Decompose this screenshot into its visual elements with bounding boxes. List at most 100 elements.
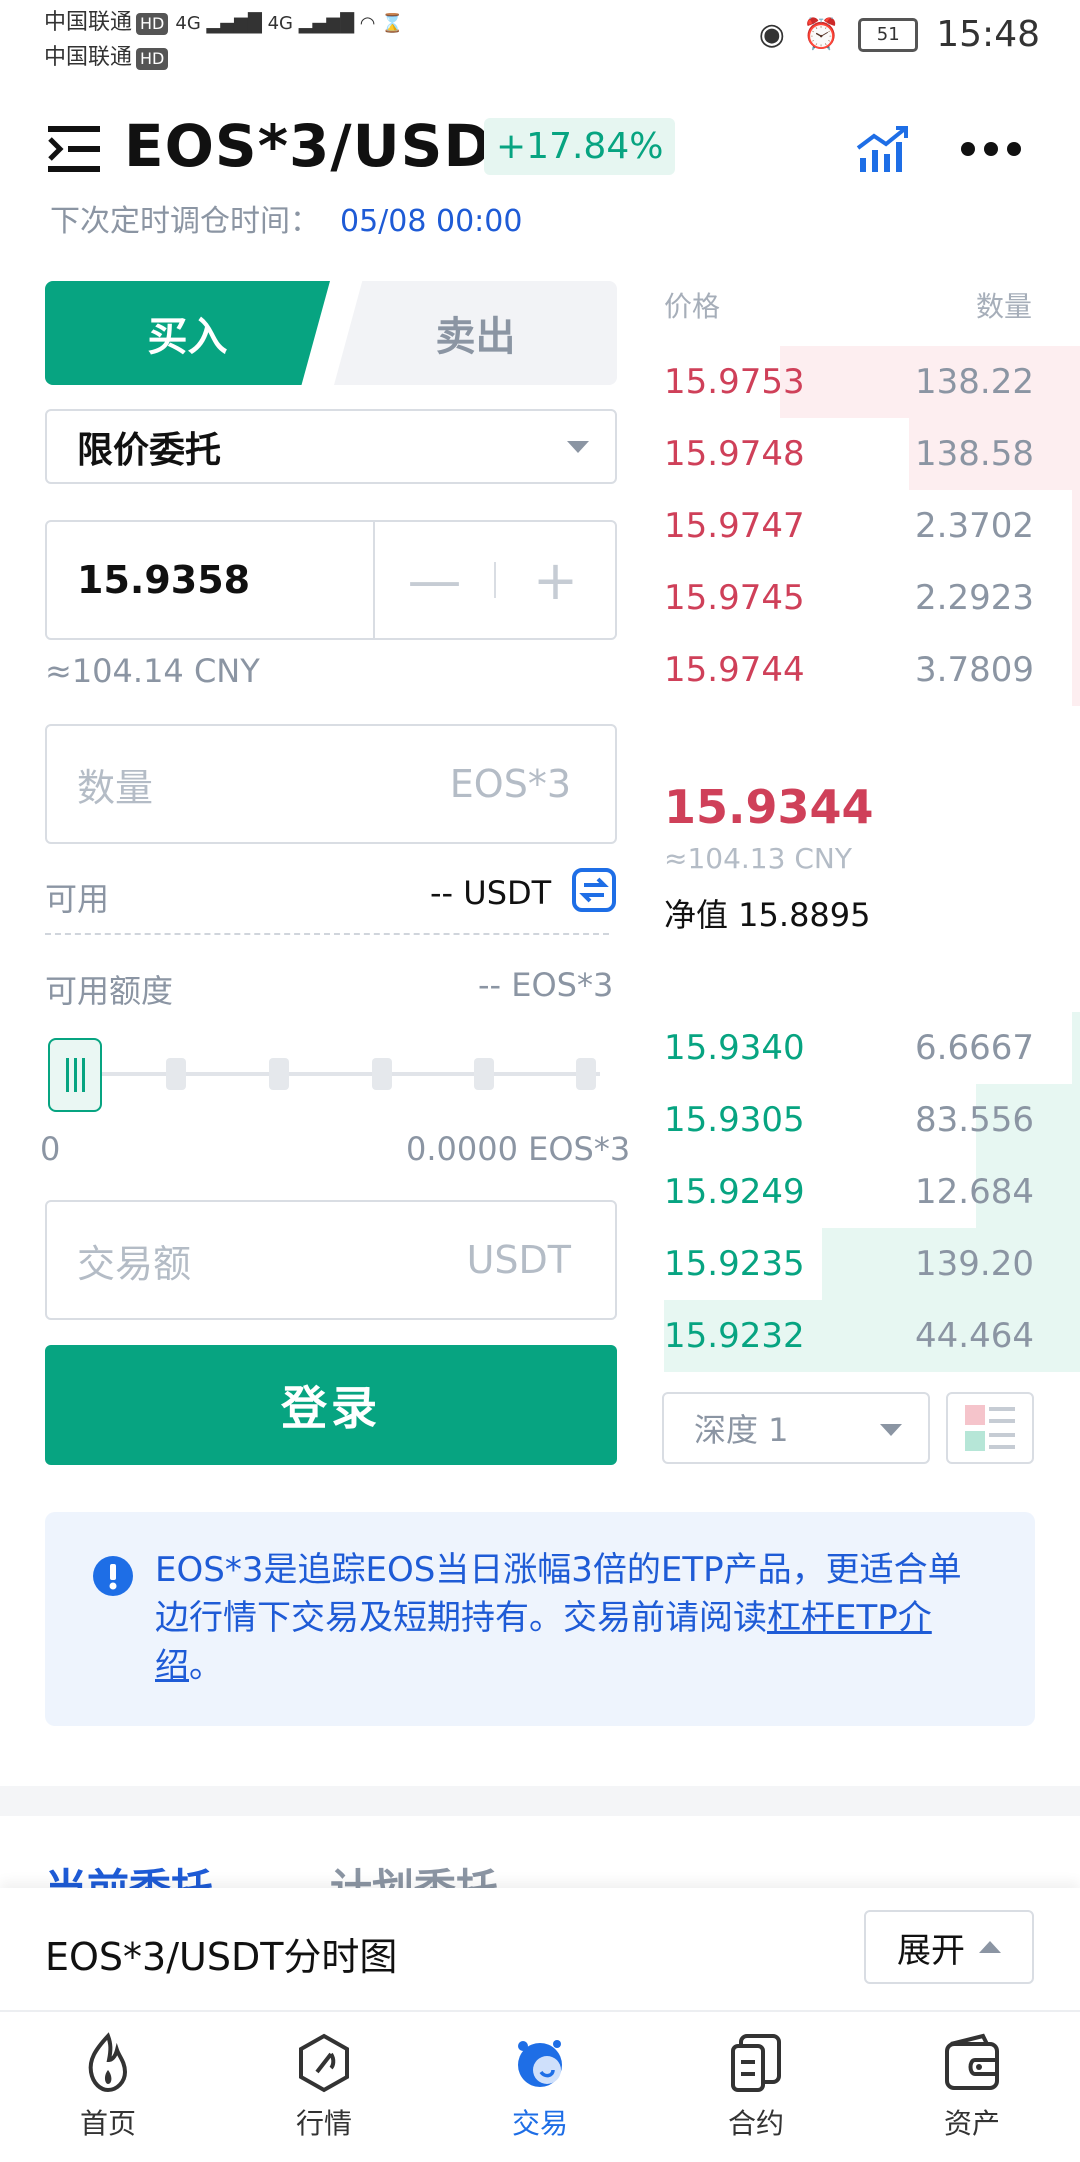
slider-step-75[interactable] xyxy=(372,1058,392,1090)
ask-price: 15.9753 xyxy=(664,362,805,402)
bid-price: 15.9232 xyxy=(664,1316,805,1356)
ask-qty: 3.7809 xyxy=(915,650,1034,690)
slider-step-25[interactable] xyxy=(166,1058,186,1090)
price-increment-button[interactable]: + xyxy=(496,522,615,638)
ask-qty: 2.2923 xyxy=(915,578,1034,618)
status-bar-right: ◉ ⏰ 51 15:48 xyxy=(759,14,1040,55)
price-stepper: — + xyxy=(375,522,615,638)
info-icon xyxy=(93,1556,133,1596)
bottom-nav: 首页 行情 交易 合约 资产 xyxy=(0,2010,1080,2162)
available-label: 可用 xyxy=(45,880,110,918)
bid-row[interactable]: 15.9249 12.684 xyxy=(664,1156,1080,1228)
chevron-down-icon xyxy=(567,441,589,453)
orderbook-layout-toggle[interactable] xyxy=(946,1392,1034,1464)
nav-trade-label: 交易 xyxy=(511,2107,568,2140)
chart-icon[interactable] xyxy=(856,124,910,174)
ask-depth-bar xyxy=(1071,634,1080,706)
trade-icon xyxy=(518,2040,562,2087)
nav-contract[interactable]: 合约 xyxy=(648,2012,864,2162)
depth-select[interactable]: 深度 1 xyxy=(662,1392,930,1464)
ask-row[interactable]: 15.9744 3.7809 xyxy=(664,634,1080,706)
tab-sell[interactable]: 卖出 xyxy=(334,281,617,385)
notice-end: 。 xyxy=(189,1646,223,1686)
bid-price: 15.9235 xyxy=(664,1244,805,1284)
tab-current-orders[interactable]: 当前委托 xyxy=(45,1856,213,1892)
bid-row[interactable]: 15.9235 139.20 xyxy=(664,1228,1080,1300)
nav-assets[interactable]: 资产 xyxy=(864,2012,1080,2162)
nav-home[interactable]: 首页 xyxy=(0,2012,216,2162)
quantity-placeholder: 数量 xyxy=(77,765,154,810)
orderbook-qty-header: 数量 xyxy=(976,290,1033,323)
rebalance-info: 下次定时调仓时间： 05/08 00:00 xyxy=(50,196,522,238)
bid-qty: 44.464 xyxy=(915,1316,1034,1356)
ask-row[interactable]: 15.9745 2.2923 xyxy=(664,562,1080,634)
ask-price: 15.9747 xyxy=(664,506,805,546)
slider-min-label: 0 xyxy=(40,1130,61,1168)
section-divider xyxy=(0,1786,1080,1816)
expand-chart-button[interactable]: 展开 xyxy=(864,1910,1034,1984)
eye-icon: ◉ xyxy=(758,17,785,52)
login-button[interactable]: 登录 xyxy=(45,1345,617,1465)
carrier-1: 中国联通 xyxy=(44,10,133,35)
bid-row[interactable]: 15.9340 6.6667 xyxy=(664,1012,1080,1084)
hd-badge: HD xyxy=(136,13,169,35)
battery-icon: 51 xyxy=(858,17,919,52)
hd-badge: HD xyxy=(136,48,169,70)
slider-step-100a[interactable] xyxy=(474,1058,494,1090)
bid-qty: 139.20 xyxy=(915,1244,1034,1284)
orderbook-layout-icon xyxy=(965,1405,1015,1451)
quantity-input[interactable]: 数量 EOS*3 xyxy=(45,724,617,844)
change-badge: +17.84% xyxy=(484,118,676,175)
expand-label: 展开 xyxy=(897,1930,965,1971)
price-input-group: 15.9358 — + xyxy=(45,520,617,640)
ask-price: 15.9745 xyxy=(664,578,805,618)
amount-unit: USDT xyxy=(466,1238,571,1282)
tab-plan-orders[interactable]: 计划委托 xyxy=(330,1856,498,1892)
bid-row[interactable]: 15.9305 83.556 xyxy=(664,1084,1080,1156)
bid-price: 15.9305 xyxy=(664,1100,805,1140)
credit-label: 可用额度 xyxy=(45,972,174,1010)
pair-title[interactable]: EOS*3/USDT xyxy=(124,112,533,180)
nav-market-label: 行情 xyxy=(295,2107,352,2140)
ask-qty: 138.58 xyxy=(915,434,1034,474)
flame-icon xyxy=(88,2032,128,2093)
ask-qty: 2.3702 xyxy=(915,506,1034,546)
ask-qty: 138.22 xyxy=(915,362,1034,402)
ask-row[interactable]: 15.9753 138.22 xyxy=(664,346,1080,418)
nav-market[interactable]: 行情 xyxy=(216,2012,432,2162)
tab-buy[interactable]: 买入 xyxy=(45,281,330,385)
price-input[interactable]: 15.9358 xyxy=(47,522,375,638)
trade-amount-input[interactable]: 交易额 USDT xyxy=(45,1200,617,1320)
bid-qty: 6.6667 xyxy=(915,1028,1034,1068)
depth-value: 深度 1 xyxy=(694,1411,789,1449)
bid-row[interactable]: 15.9232 44.464 xyxy=(664,1300,1080,1372)
order-type-select[interactable]: 限价委托 xyxy=(45,409,617,484)
ask-depth-bar xyxy=(1071,490,1080,562)
carrier-2: 中国联通 xyxy=(44,45,133,70)
bid-qty: 83.556 xyxy=(915,1100,1034,1140)
slider-handle[interactable] xyxy=(48,1038,102,1112)
chevron-up-icon xyxy=(979,1941,1001,1953)
menu-icon[interactable] xyxy=(48,126,100,172)
transfer-icon[interactable] xyxy=(572,868,616,912)
alarm-icon: ⏰ xyxy=(802,17,841,52)
status-bar-carriers: 中国联通 HD 4G ▂▄▆█ 4G ▂▄▆█ ◠ ⌛ 中国联通 HD xyxy=(44,10,404,70)
nav-trade[interactable]: 交易 xyxy=(432,2012,648,2162)
bid-depth-bar xyxy=(1071,1012,1080,1084)
bid-qty: 12.684 xyxy=(915,1172,1034,1212)
divider xyxy=(45,933,609,935)
slider-step-100[interactable] xyxy=(576,1058,596,1090)
slider-step-50[interactable] xyxy=(269,1058,289,1090)
ask-row[interactable]: 15.9748 138.58 xyxy=(664,418,1080,490)
more-icon[interactable] xyxy=(960,136,1022,162)
etp-notice: EOS*3是追踪EOS当日涨幅3倍的ETP产品，更适合单边行情下交易及短期持有。… xyxy=(45,1512,1035,1726)
nav-assets-label: 资产 xyxy=(943,2107,1000,2140)
order-type-value: 限价委托 xyxy=(77,429,222,471)
price-decrement-button[interactable]: — xyxy=(375,522,494,638)
credit-value: -- EOS*3 xyxy=(478,966,614,1004)
contract-icon xyxy=(731,2034,781,2092)
clock: 15:48 xyxy=(936,14,1040,55)
ask-row[interactable]: 15.9747 2.3702 xyxy=(664,490,1080,562)
market-icon xyxy=(299,2033,349,2093)
amount-slider-track[interactable] xyxy=(80,1072,600,1076)
